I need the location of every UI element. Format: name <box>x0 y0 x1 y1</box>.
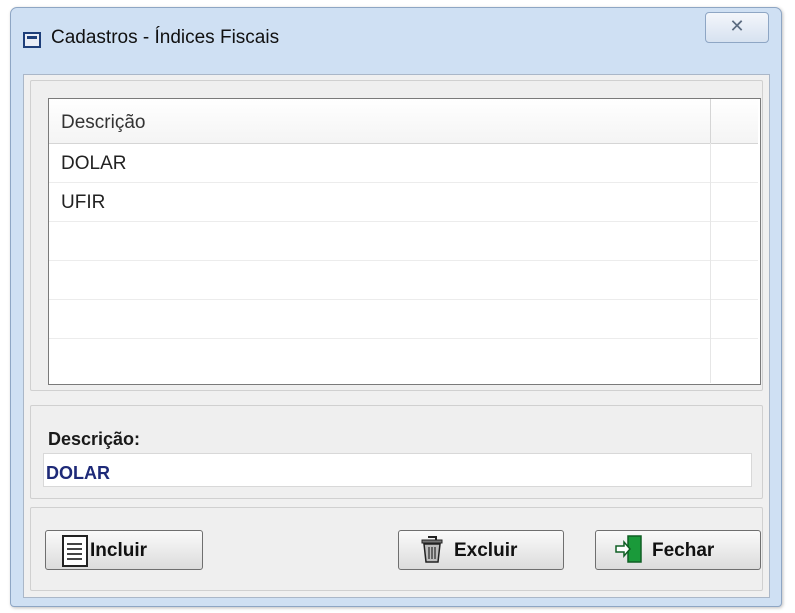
fechar-button[interactable]: Fechar <box>595 530 761 570</box>
window-icon <box>23 32 41 48</box>
table-row[interactable] <box>49 300 758 339</box>
grid-header: Descrição <box>49 99 758 144</box>
table-row[interactable] <box>49 222 758 261</box>
incluir-button[interactable]: Incluir <box>45 530 203 570</box>
document-icon <box>62 535 88 567</box>
column-separator <box>710 99 711 143</box>
excluir-label: Excluir <box>454 540 518 561</box>
table-row[interactable] <box>49 261 758 300</box>
trash-icon <box>421 536 443 563</box>
table-row[interactable]: UFIR <box>49 183 758 222</box>
data-grid[interactable]: Descrição DOLAR UFIR <box>48 98 761 385</box>
descricao-input[interactable] <box>43 453 752 487</box>
excluir-button[interactable]: Excluir <box>398 530 564 570</box>
cell-descricao: DOLAR <box>61 153 127 174</box>
fechar-label: Fechar <box>652 540 715 561</box>
dialog-body: Descrição DOLAR UFIR Descrição: Incluir <box>23 74 770 598</box>
descricao-label: Descrição: <box>48 429 141 449</box>
exit-door-icon <box>615 535 642 563</box>
table-row[interactable] <box>49 339 758 377</box>
dialog-window: Cadastros - Índices Fiscais ✕ Descrição … <box>10 7 782 607</box>
table-row[interactable]: DOLAR <box>49 144 758 183</box>
incluir-label: Incluir <box>90 540 148 561</box>
close-button[interactable]: ✕ <box>705 12 769 43</box>
window-title: Cadastros - Índices Fiscais <box>51 27 280 48</box>
column-header-descricao[interactable]: Descrição <box>61 112 145 134</box>
close-icon: ✕ <box>729 16 745 36</box>
cell-descricao: UFIR <box>61 192 106 213</box>
column-line <box>710 143 711 383</box>
title-bar[interactable]: Cadastros - Índices Fiscais ✕ <box>11 8 781 70</box>
grid-panel: Descrição DOLAR UFIR <box>30 80 763 391</box>
